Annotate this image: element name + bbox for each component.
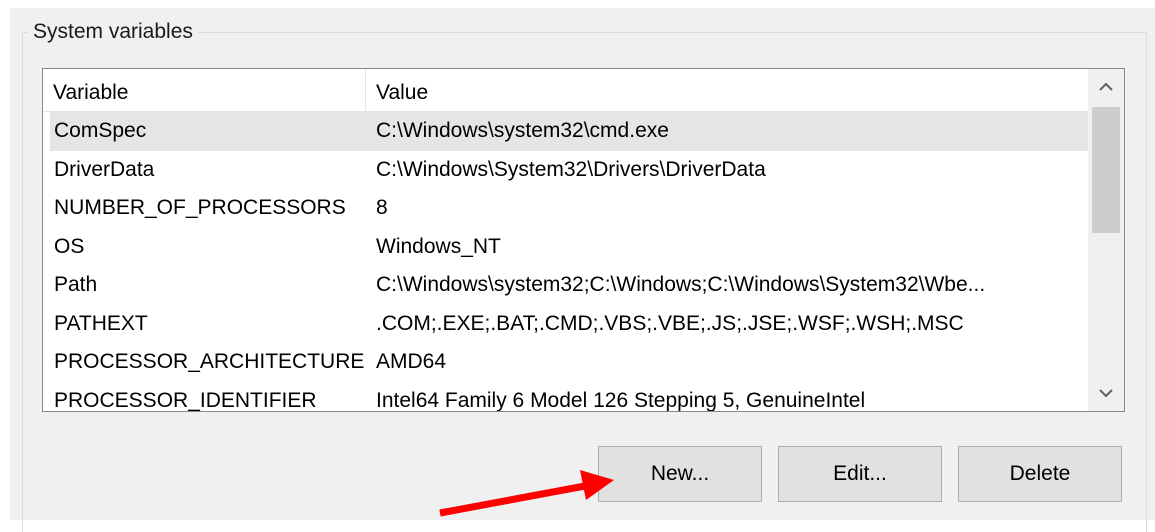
variable-value: AMD64 xyxy=(376,350,447,373)
table-row[interactable]: ComSpec C:\Windows\system32\cmd.exe xyxy=(50,112,1088,151)
variable-name: OS xyxy=(54,234,85,258)
table-row[interactable]: PROCESSOR_IDENTIFIER Intel64 Family 6 Mo… xyxy=(50,382,1088,412)
delete-button[interactable]: Delete xyxy=(958,446,1122,502)
chevron-down-icon xyxy=(1099,389,1113,398)
variable-name: ComSpec xyxy=(54,119,147,142)
table-row[interactable]: OS Windows_NT xyxy=(50,228,1088,267)
list-rows: ComSpec C:\Windows\system32\cmd.exe Driv… xyxy=(50,112,1088,412)
list-header: Variable Value xyxy=(43,69,1088,112)
variable-name: PATHEXT xyxy=(54,311,148,335)
variable-value: C:\Windows\System32\Drivers\DriverData xyxy=(376,157,766,181)
column-header-variable[interactable]: Variable xyxy=(43,69,366,111)
scroll-up-button[interactable] xyxy=(1088,69,1124,105)
group-title: System variables xyxy=(28,18,198,46)
variable-name: Path xyxy=(54,273,98,296)
system-variables-list[interactable]: Variable Value ComSpec C:\Windows\system… xyxy=(42,68,1125,412)
variable-value: Intel64 Family 6 Model 126 Stepping 5, G… xyxy=(376,388,866,412)
table-row[interactable]: PATHEXT .COM;.EXE;.BAT;.CMD;.VBS;.VBE;.J… xyxy=(50,305,1088,344)
scrollbar-thumb[interactable] xyxy=(1092,107,1120,233)
variable-name: DriverData xyxy=(54,157,155,181)
column-header-value[interactable]: Value xyxy=(366,69,1088,111)
variable-name: PROCESSOR_IDENTIFIER xyxy=(54,388,317,412)
variable-name: PROCESSOR_ARCHITECTURE xyxy=(54,350,364,373)
new-button[interactable]: New... xyxy=(598,446,762,502)
variable-value: C:\Windows\system32;C:\Windows;C:\Window… xyxy=(376,273,986,296)
table-row[interactable]: DriverData C:\Windows\System32\Drivers\D… xyxy=(50,151,1088,190)
vertical-scrollbar[interactable] xyxy=(1088,69,1124,411)
table-row[interactable]: Path C:\Windows\system32;C:\Windows;C:\W… xyxy=(50,266,1088,305)
variable-name: NUMBER_OF_PROCESSORS xyxy=(54,196,346,219)
scroll-down-button[interactable] xyxy=(1088,375,1124,411)
variable-value: 8 xyxy=(376,196,388,219)
variable-value: .COM;.EXE;.BAT;.CMD;.VBS;.VBE;.JS;.JSE;.… xyxy=(376,311,964,335)
table-row[interactable]: NUMBER_OF_PROCESSORS 8 xyxy=(50,189,1088,228)
edit-button[interactable]: Edit... xyxy=(778,446,942,502)
variable-value: C:\Windows\system32\cmd.exe xyxy=(376,119,669,142)
table-row[interactable]: PROCESSOR_ARCHITECTURE AMD64 xyxy=(50,343,1088,382)
variable-value: Windows_NT xyxy=(376,234,501,258)
chevron-up-icon xyxy=(1099,82,1113,91)
